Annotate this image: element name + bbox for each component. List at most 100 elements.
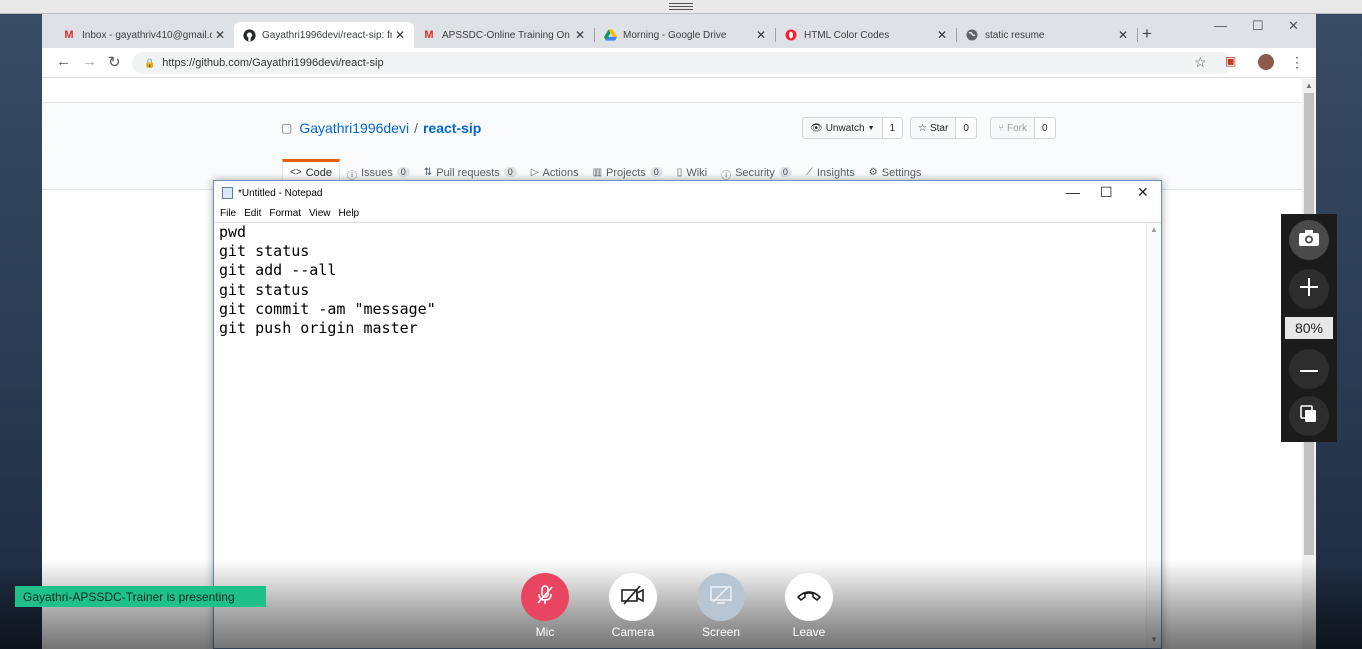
maximize-icon[interactable]: ☐ [1252, 18, 1264, 34]
close-tab-icon[interactable]: ✕ [212, 28, 228, 42]
copy-icon [1299, 404, 1319, 429]
browser-tab-github[interactable]: Gayathri1996devi/react-sip: fr ✕ [234, 22, 414, 48]
star-button[interactable]: ☆ Star 0 [910, 117, 977, 139]
mic-button[interactable] [521, 573, 569, 621]
menu-help[interactable]: Help [335, 205, 364, 222]
address-bar[interactable]: 🔒 https://github.com/Gayathri1996devi/re… [132, 52, 1232, 74]
star-count[interactable]: 0 [956, 118, 976, 138]
globe-icon [965, 28, 979, 42]
close-window-icon[interactable]: ✕ [1288, 18, 1299, 34]
tab-label: Pull requests [436, 167, 500, 179]
screen-label: Screen [701, 625, 741, 639]
screenshot-button[interactable] [1289, 220, 1329, 260]
notepad-icon [222, 187, 233, 199]
profile-avatar[interactable] [1258, 54, 1274, 70]
bookmark-star-icon[interactable]: ☆ [1194, 54, 1207, 71]
drive-icon [603, 28, 617, 42]
caret-down-icon: ▼ [867, 124, 875, 132]
reload-icon[interactable]: ↻ [108, 53, 121, 71]
tab-title: Gayathri1996devi/react-sip: fr [262, 29, 392, 41]
opera-icon [784, 28, 798, 42]
notepad-text-area[interactable]: pwd git status git add --all git status … [219, 223, 1144, 338]
screen-share-button[interactable] [697, 573, 745, 621]
graph-icon: ⟋ [805, 167, 813, 178]
camera-off-icon [620, 584, 646, 611]
tab-title: Inbox - gayathriv410@gmail.c [82, 29, 212, 41]
gmail-icon: M [64, 29, 74, 41]
minimize-icon[interactable]: — [1214, 18, 1227, 33]
meeting-stage: M Inbox - gayathriv410@gmail.c ✕ Gayathr… [0, 0, 1362, 649]
close-tab-icon[interactable]: ✕ [572, 28, 588, 42]
browser-tab-strip: M Inbox - gayathriv410@gmail.c ✕ Gayathr… [42, 14, 1316, 48]
zoom-level: 80% [1285, 317, 1333, 339]
menu-kebab-icon[interactable]: ⋮ [1290, 54, 1304, 71]
notepad-menu-bar: File Edit Format View Help [214, 205, 1161, 223]
close-tab-icon[interactable]: ✕ [1115, 28, 1131, 42]
leave-label: Leave [792, 625, 826, 639]
tab-label: Code [305, 167, 332, 179]
camera-label: Camera [611, 625, 655, 639]
hang-up-icon [796, 588, 822, 607]
notepad-title: *Untitled - Notepad [238, 187, 323, 199]
browser-tab-colorcodes[interactable]: HTML Color Codes ✕ [776, 22, 956, 48]
close-tab-icon[interactable]: ✕ [392, 28, 408, 42]
fork-button[interactable]: ⑂ Fork 0 [990, 117, 1056, 139]
browser-tab-apssdc[interactable]: M APSSDC-Online Training On W ✕ [414, 22, 594, 48]
zoom-in-button[interactable] [1289, 269, 1329, 309]
scroll-up-icon[interactable]: ▲ [1305, 81, 1313, 90]
watch-count[interactable]: 1 [882, 118, 903, 138]
browser-tab-inbox[interactable]: M Inbox - gayathriv410@gmail.c ✕ [54, 22, 234, 48]
tab-label: Actions [542, 167, 579, 179]
tab-count: 0 [503, 167, 517, 177]
drag-handle-icon[interactable] [669, 3, 693, 11]
tab-count: 0 [396, 167, 410, 177]
repo-icon: ▢ [281, 121, 293, 135]
menu-edit[interactable]: Edit [240, 205, 265, 222]
forward-icon[interactable]: → [82, 53, 97, 70]
repo-owner-link[interactable]: Gayathri1996devi [299, 120, 409, 136]
copy-button[interactable] [1289, 396, 1329, 436]
fork-count[interactable]: 0 [1035, 118, 1055, 138]
star-icon: ☆ [918, 122, 927, 134]
repo-name-link[interactable]: react-sip [423, 120, 481, 136]
browser-tab-drive[interactable]: Morning - Google Drive ✕ [595, 22, 775, 48]
fork-label: Fork [1007, 122, 1027, 134]
tab-title: static resume [985, 29, 1045, 41]
tab-count: 0 [778, 167, 792, 177]
notepad-minimize-icon[interactable]: — [1066, 184, 1080, 200]
presenting-banner: Gayathri-APSSDC-Trainer is presenting [15, 586, 266, 607]
tab-label: Security [735, 167, 775, 179]
extension-icon[interactable]: ▣ [1225, 54, 1236, 68]
close-tab-icon[interactable]: ✕ [753, 28, 769, 42]
browser-tab-resume[interactable]: static resume ✕ [957, 22, 1137, 48]
close-tab-icon[interactable]: ✕ [934, 28, 950, 42]
lock-icon: 🔒 [144, 57, 156, 68]
unwatch-button[interactable]: 👁 Unwatch ▼ 1 [802, 117, 904, 139]
zoom-panel: 80% [1281, 214, 1337, 442]
tab-label: Issues [360, 167, 393, 179]
notepad-maximize-icon[interactable]: ☐ [1100, 184, 1113, 201]
back-icon[interactable]: ← [56, 53, 71, 70]
mic-muted-icon [533, 583, 557, 612]
scroll-up-icon[interactable]: ▲ [1150, 225, 1158, 234]
new-tab-icon[interactable]: + [1142, 24, 1152, 44]
notepad-title-bar[interactable]: *Untitled - Notepad [214, 181, 1161, 205]
notepad-close-icon[interactable]: ✕ [1137, 184, 1149, 201]
eye-icon: 👁 [810, 122, 823, 134]
camera-button[interactable] [609, 573, 657, 621]
fork-icon: ⑂ [998, 122, 1004, 134]
tab-label: Projects [606, 167, 646, 179]
play-icon: ▷ [530, 167, 539, 178]
tab-label: Wiki [686, 167, 708, 179]
leave-button[interactable] [785, 573, 833, 621]
book-icon: ▯ [676, 167, 683, 178]
menu-view[interactable]: View [305, 205, 335, 222]
screen-share-off-icon [708, 584, 734, 611]
gmail-icon: M [424, 29, 434, 41]
menu-format[interactable]: Format [265, 205, 305, 222]
tab-title: APSSDC-Online Training On W [442, 29, 572, 41]
address-url: https://github.com/Gayathri1996devi/reac… [162, 57, 384, 69]
tab-label: Insights [816, 167, 855, 179]
zoom-out-button[interactable] [1289, 349, 1329, 389]
menu-file[interactable]: File [216, 205, 240, 222]
